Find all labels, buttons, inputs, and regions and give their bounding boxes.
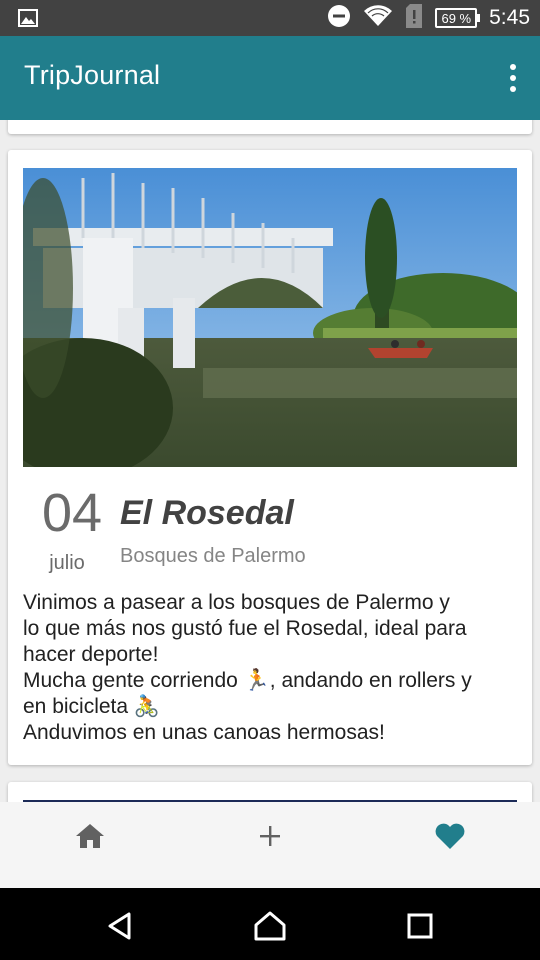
dnd-icon xyxy=(327,4,351,32)
status-bar: 69 % 5:45 xyxy=(0,0,540,36)
image-icon xyxy=(18,9,38,31)
battery-icon: 69 % xyxy=(435,8,480,28)
back-icon[interactable] xyxy=(100,906,140,946)
more-vert-icon[interactable] xyxy=(508,64,518,92)
recents-icon[interactable] xyxy=(400,906,440,946)
add-icon[interactable] xyxy=(250,816,290,856)
entry-title: El Rosedal xyxy=(120,494,294,532)
journal-list[interactable]: 04 julio El Rosedal Bosques de Palermo V… xyxy=(0,120,540,802)
clock: 5:45 xyxy=(489,6,530,29)
park-bridge-lake-photo xyxy=(23,168,517,467)
home-icon[interactable] xyxy=(70,816,110,856)
journal-card-next[interactable] xyxy=(8,782,532,802)
journal-card[interactable]: 04 julio El Rosedal Bosques de Palermo V… xyxy=(8,150,532,765)
app-title: TripJournal xyxy=(24,60,161,90)
home-circle-icon[interactable] xyxy=(250,906,290,946)
heart-icon[interactable] xyxy=(430,816,470,856)
journal-card-previous[interactable] xyxy=(8,120,532,134)
entry-day: 04 xyxy=(41,483,103,543)
entry-month: julio xyxy=(49,552,85,574)
entry-body: Vinimos a pasear a los bosques de Palerm… xyxy=(23,591,472,744)
sim-alert-icon xyxy=(405,3,423,33)
battery-level: 69 % xyxy=(441,10,472,26)
app-bar: TripJournal xyxy=(0,36,540,120)
wifi-icon xyxy=(363,4,393,32)
bottom-nav xyxy=(0,802,540,888)
entry-subtitle: Bosques de Palermo xyxy=(120,545,306,567)
system-nav-bar xyxy=(0,888,540,960)
